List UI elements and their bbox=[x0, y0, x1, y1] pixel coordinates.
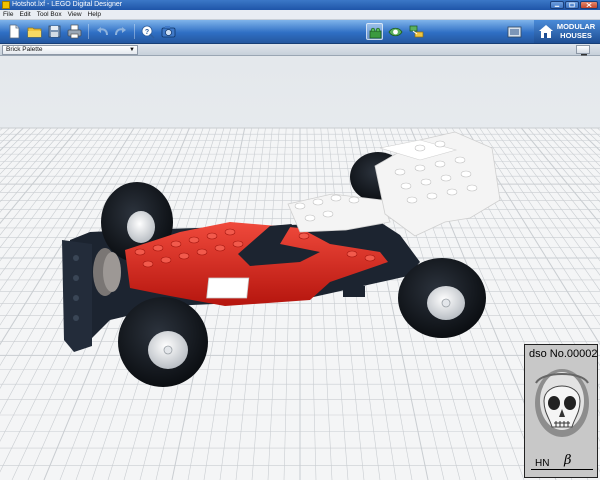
skull-icon bbox=[535, 369, 589, 437]
rear-bracket bbox=[343, 286, 365, 297]
maximize-icon bbox=[569, 2, 575, 8]
build-mode-button[interactable] bbox=[366, 23, 383, 40]
front-left-hub bbox=[127, 211, 155, 243]
sticker-panel bbox=[206, 277, 250, 299]
view-mode-icon bbox=[388, 27, 403, 37]
rear-left-hub-cap bbox=[441, 298, 451, 308]
view-mode-button[interactable] bbox=[387, 23, 404, 40]
toolbar-divider bbox=[88, 24, 89, 39]
menu-edit[interactable]: Edit bbox=[19, 10, 30, 19]
open-button[interactable] bbox=[26, 23, 43, 40]
theme-label: MODULAR HOUSES bbox=[556, 22, 596, 40]
house-icon bbox=[539, 25, 553, 38]
toolbar-divider bbox=[134, 24, 135, 39]
palette-dropdown[interactable]: Brick Palette ▼ bbox=[2, 45, 138, 55]
help-icon: ? bbox=[141, 25, 155, 39]
print-icon bbox=[67, 24, 82, 39]
watermark-signature: HN bbox=[535, 458, 550, 469]
watermark-id: dso No.00002 bbox=[529, 348, 598, 360]
camera-icon bbox=[161, 26, 176, 38]
undo-icon bbox=[97, 27, 108, 36]
save-button[interactable] bbox=[46, 23, 63, 40]
undo-button[interactable] bbox=[94, 23, 111, 40]
building-guide-icon bbox=[409, 25, 424, 38]
chevron-down-icon: ▼ bbox=[129, 47, 135, 53]
save-icon bbox=[48, 25, 61, 38]
menu-tool-box[interactable]: Tool Box bbox=[37, 10, 62, 19]
menu-bar: File Edit Tool Box View Help bbox=[0, 10, 600, 20]
engine-cylinder-face bbox=[103, 252, 121, 292]
build-viewport[interactable] bbox=[0, 56, 600, 480]
theme-button[interactable]: MODULAR HOUSES bbox=[507, 20, 600, 43]
build-mode-icon bbox=[369, 27, 382, 39]
window-title: Hotshot.lxf - LEGO Digital Designer bbox=[12, 1, 123, 8]
building-guide-button[interactable] bbox=[408, 23, 425, 40]
theme-picker-button[interactable] bbox=[506, 23, 523, 40]
signature-line bbox=[531, 469, 593, 470]
watermark-beta: β bbox=[564, 453, 572, 468]
close-button[interactable] bbox=[580, 1, 598, 9]
front-right-hub-cap bbox=[163, 345, 173, 355]
menu-file[interactable]: File bbox=[3, 10, 13, 19]
window-controls bbox=[550, 1, 598, 9]
svg-text:?: ? bbox=[145, 29, 149, 36]
print-button[interactable] bbox=[66, 23, 83, 40]
new-file-icon bbox=[9, 24, 20, 39]
maximize-button[interactable] bbox=[565, 1, 579, 9]
redo-icon bbox=[115, 27, 126, 36]
main-toolbar: ? MODULAR HOUSES bbox=[0, 20, 600, 44]
box-icon bbox=[507, 26, 522, 38]
camera-button[interactable] bbox=[160, 23, 177, 40]
help-button[interactable]: ? bbox=[140, 23, 157, 40]
app-icon bbox=[2, 1, 10, 9]
palette-dropdown-value: Brick Palette bbox=[6, 46, 43, 53]
minimize-icon bbox=[554, 5, 560, 7]
watermark-badge: dso No.00002 HN β bbox=[524, 344, 598, 478]
lego-digital-designer-window: Hotshot.lxf - LEGO Digital Designer File… bbox=[0, 0, 600, 480]
close-icon bbox=[586, 2, 592, 8]
title-bar: Hotshot.lxf - LEGO Digital Designer bbox=[0, 0, 600, 10]
collapse-palette-button[interactable] bbox=[576, 45, 590, 56]
minimize-button[interactable] bbox=[550, 1, 564, 9]
redo-button[interactable] bbox=[112, 23, 129, 40]
palette-bar: Brick Palette ▼ bbox=[0, 44, 600, 56]
menu-help[interactable]: Help bbox=[88, 10, 101, 19]
menu-view[interactable]: View bbox=[68, 10, 82, 19]
scene-canvas[interactable] bbox=[0, 56, 600, 480]
open-folder-icon bbox=[27, 27, 42, 38]
new-file-button[interactable] bbox=[6, 23, 23, 40]
